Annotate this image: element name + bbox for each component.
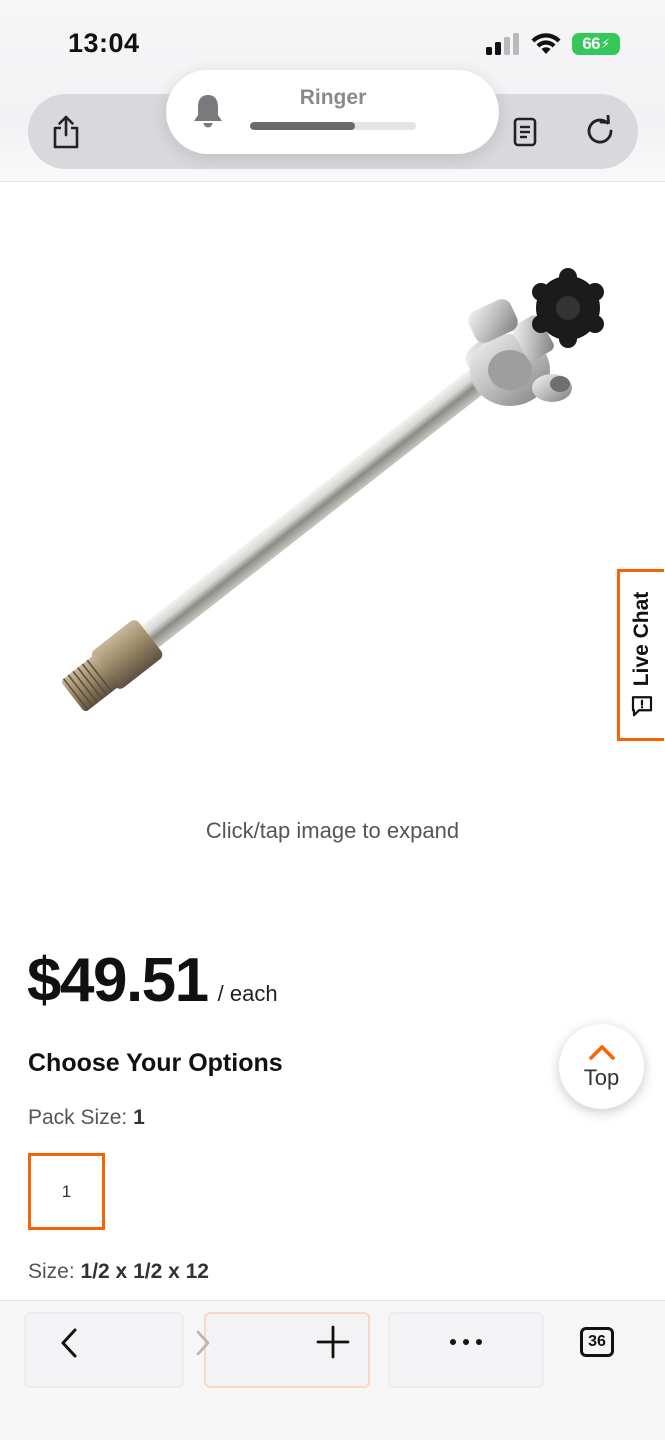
chevron-up-icon — [588, 1044, 615, 1060]
back-chevron-icon — [61, 1328, 77, 1358]
size-label: Size: — [28, 1260, 75, 1283]
tabs-button[interactable]: 36 — [580, 1327, 614, 1357]
blurred-card — [24, 1312, 184, 1388]
price-block: $49.51 / each — [27, 945, 278, 1016]
expand-image-hint: Click/tap image to expand — [205, 818, 460, 843]
forward-chevron-icon — [196, 1330, 210, 1356]
pack-size-row: Pack Size: 1 — [28, 1106, 145, 1130]
reload-icon — [587, 115, 613, 144]
battery-indicator: 66 ⚡ — [572, 33, 620, 55]
ringer-volume-track — [250, 122, 416, 130]
pack-size-value: 1 — [133, 1106, 145, 1129]
cellular-signal-icon — [486, 33, 519, 55]
share-icon — [53, 115, 79, 149]
size-value: 1/2 x 1/2 x 12 — [80, 1260, 209, 1283]
battery-level: 66 — [582, 34, 601, 53]
reload-button[interactable] — [582, 112, 618, 150]
ringer-volume-fill — [250, 122, 355, 130]
plus-icon — [316, 1325, 350, 1359]
bell-icon — [194, 95, 222, 128]
share-button[interactable] — [48, 112, 84, 152]
live-chat-label: Live Chat — [630, 591, 653, 687]
forward-button[interactable] — [192, 1324, 214, 1362]
more-icon — [450, 1339, 482, 1345]
more-button[interactable] — [446, 1330, 486, 1354]
tab-count: 36 — [588, 1333, 606, 1350]
pack-size-option[interactable]: 1 — [28, 1153, 105, 1230]
price-unit: / each — [217, 981, 278, 1006]
wifi-icon — [531, 33, 561, 54]
pack-size-label: Pack Size: — [28, 1106, 128, 1129]
options-heading: Choose Your Options — [28, 1049, 283, 1077]
status-time: 13:04 — [68, 28, 140, 58]
battery-charging-icon: ⚡ — [601, 36, 610, 51]
reader-button[interactable] — [510, 113, 540, 151]
product-price: $49.51 — [27, 946, 209, 1015]
ringer-label: Ringer — [299, 86, 367, 109]
back-button[interactable] — [56, 1324, 82, 1362]
new-tab-button[interactable] — [314, 1323, 352, 1361]
ringer-hud: Ringer — [166, 70, 499, 154]
size-row: Size: 1/2 x 1/2 x 12 — [28, 1260, 209, 1284]
reader-icon — [513, 117, 537, 147]
scroll-to-top-button[interactable]: Top — [559, 1024, 644, 1109]
scroll-to-top-label: Top — [583, 1064, 620, 1090]
pack-size-option-label: 1 — [61, 1181, 72, 1201]
chat-bubble-icon — [631, 696, 653, 717]
live-chat-button[interactable]: Live Chat — [617, 569, 664, 741]
product-image[interactable] — [30, 260, 630, 760]
